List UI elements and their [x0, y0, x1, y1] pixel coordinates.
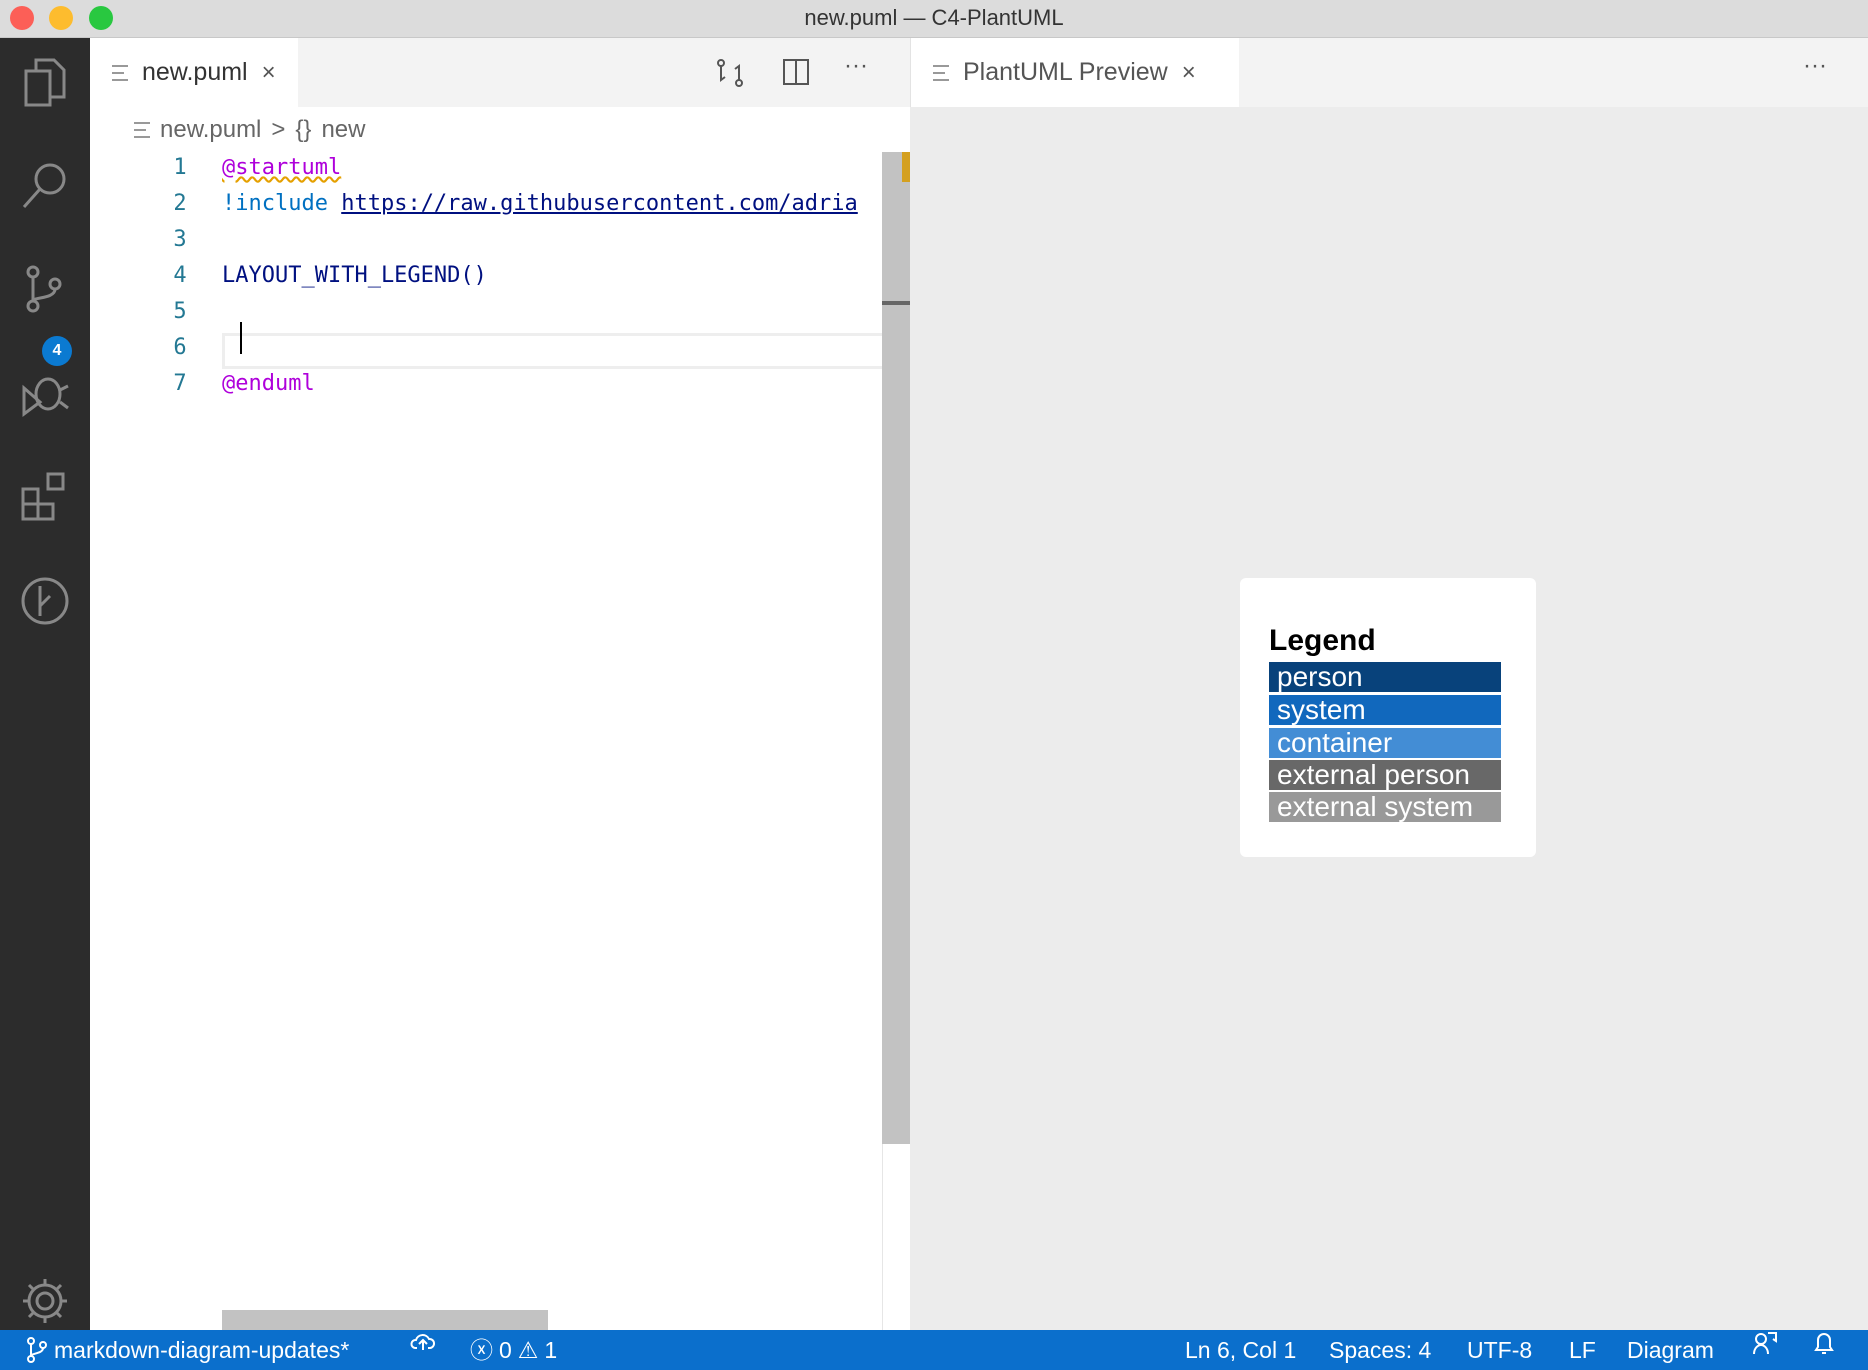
notifications-bell-icon[interactable] — [1812, 1330, 1836, 1356]
more-actions-icon[interactable]: ··· — [844, 52, 868, 80]
source-control-icon[interactable] — [0, 244, 90, 334]
branch-status[interactable]: markdown-diagram-updates* — [26, 1330, 349, 1370]
warning-icon: ⚠ — [517, 1337, 539, 1363]
status-bar: markdown-diagram-updates* ⓧ 0 ⚠ 1 Ln 6, Col… — [0, 1330, 1868, 1370]
error-icon: ⓧ — [470, 1337, 493, 1363]
minimap-edge — [882, 1144, 883, 1330]
code-line: !include https://raw.githubusercontent.c… — [222, 191, 858, 216]
line-number: 7 — [173, 371, 187, 396]
debug-icon[interactable] — [0, 348, 90, 438]
language-mode[interactable]: Diagram — [1627, 1330, 1714, 1370]
line-number: 6 — [173, 335, 187, 360]
search-icon[interactable] — [0, 141, 90, 231]
tab-plantuml-preview[interactable]: PlantUML Preview × — [911, 38, 1239, 107]
line-number: 4 — [173, 263, 187, 288]
title-bar: new.puml — C4-PlantUML — [0, 0, 1868, 38]
preview-lines-icon — [933, 64, 949, 81]
open-changes-icon[interactable] — [715, 58, 745, 93]
breadcrumb-file[interactable]: new.puml — [160, 116, 261, 144]
more-actions-icon[interactable]: ··· — [1803, 52, 1827, 80]
legend-item-person: person — [1269, 662, 1501, 692]
legend-item-container: container — [1269, 728, 1501, 758]
tab-new-puml[interactable]: new.puml × — [90, 38, 298, 107]
git-graph-icon[interactable] — [0, 556, 90, 646]
window-title: new.puml — C4-PlantUML — [804, 5, 1064, 30]
error-count: 0 — [499, 1337, 512, 1363]
line-number: 2 — [173, 191, 187, 216]
scrollbar-warning-marker — [902, 152, 910, 182]
chevron-right-icon: > — [271, 116, 286, 143]
end-of-line[interactable]: LF — [1569, 1330, 1596, 1370]
activity-bar: 4 — [0, 38, 90, 1330]
line-number: 3 — [173, 227, 187, 252]
close-tab-icon[interactable]: × — [1182, 59, 1196, 87]
legend-item-external-system: external system — [1269, 792, 1501, 822]
settings-gear-icon[interactable] — [0, 1266, 90, 1336]
line-number: 5 — [173, 299, 187, 324]
legend-item-system: system — [1269, 695, 1501, 725]
preview-tab-bar: PlantUML Preview × ··· — [910, 38, 1868, 107]
close-tab-icon[interactable]: × — [262, 59, 276, 87]
legend-title: Legend — [1269, 624, 1376, 657]
split-editor-icon[interactable] — [782, 58, 810, 91]
extensions-icon[interactable] — [0, 451, 90, 541]
include-keyword: !include — [222, 191, 328, 216]
warning-count: 1 — [544, 1337, 558, 1363]
explorer-icon[interactable] — [0, 38, 90, 128]
tab-label: new.puml — [142, 58, 248, 86]
indentation[interactable]: Spaces: 4 — [1329, 1330, 1431, 1370]
code-line: @enduml — [222, 371, 315, 396]
line-number: 1 — [173, 155, 187, 180]
current-line-highlight — [222, 333, 910, 369]
include-url-link[interactable]: https://raw.githubusercontent.com/adria — [341, 191, 858, 216]
symbol-namespace-icon: {} — [295, 116, 312, 143]
text-cursor-icon — [240, 322, 244, 354]
file-lines-icon — [112, 64, 128, 81]
feedback-icon[interactable] — [1752, 1330, 1778, 1356]
editor-tab-bar: new.puml × ··· — [90, 38, 910, 107]
branch-name: markdown-diagram-updates* — [54, 1337, 350, 1363]
legend-item-external-person: external person — [1269, 760, 1501, 790]
breadcrumb: new.puml > {} new — [134, 112, 365, 148]
file-lines-icon — [134, 122, 150, 138]
tab-label: PlantUML Preview — [963, 58, 1168, 86]
sync-cloud-icon[interactable] — [410, 1330, 436, 1352]
breadcrumb-symbol[interactable]: new — [321, 116, 365, 144]
horizontal-scrollbar[interactable] — [222, 1310, 548, 1330]
problems-status[interactable]: ⓧ 0 ⚠ 1 — [470, 1330, 557, 1370]
code-line: LAYOUT_WITH_LEGEND() — [222, 263, 487, 288]
scrollbar-cursor-marker — [882, 301, 910, 305]
encoding[interactable]: UTF-8 — [1467, 1330, 1532, 1370]
cursor-position[interactable]: Ln 6, Col 1 — [1185, 1330, 1296, 1370]
code-line: @startuml — [222, 155, 342, 180]
